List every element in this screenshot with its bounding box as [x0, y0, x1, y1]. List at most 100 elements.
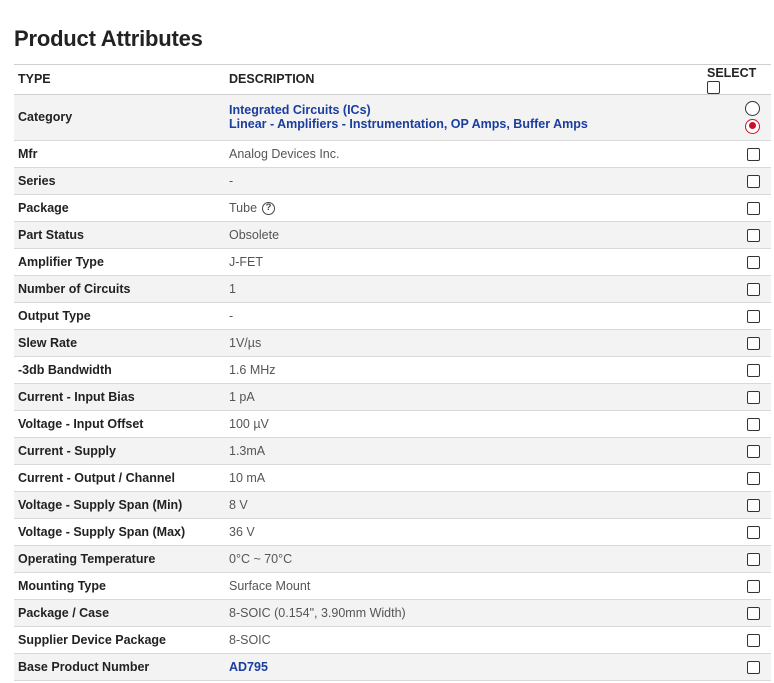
table-row: Package Tube?: [14, 194, 771, 222]
table-row: Amplifier Type J-FET: [14, 248, 771, 276]
attribute-type: Part Status: [18, 227, 84, 242]
attribute-type: Current - Input Bias: [18, 389, 135, 404]
category-link-linear-amplifiers[interactable]: Linear - Amplifiers - Instrumentation, O…: [229, 117, 703, 131]
table-row: Slew Rate 1V/µs: [14, 329, 771, 357]
attribute-value: -: [229, 173, 234, 188]
table-row: Current - Input Bias 1 pA: [14, 383, 771, 411]
table-row: Mfr Analog Devices Inc.: [14, 140, 771, 168]
row-select-checkbox[interactable]: [747, 553, 760, 566]
table-row: Package / Case 8-SOIC (0.154", 3.90mm Wid…: [14, 599, 771, 627]
attribute-type: Amplifier Type: [18, 254, 104, 269]
row-select-checkbox[interactable]: [747, 364, 760, 377]
table-row: -3db Bandwidth 1.6 MHz: [14, 356, 771, 384]
attributes-table: TYPE DESCRIPTION SELECT Category Integra…: [14, 64, 771, 681]
attribute-value: 1: [229, 281, 236, 296]
table-row: Number of Circuits 1: [14, 275, 771, 303]
select-label: SELECT: [707, 65, 757, 80]
attribute-type: Output Type: [18, 308, 91, 323]
table-row: Supplier Device Package 8-SOIC: [14, 626, 771, 654]
attribute-type: -3db Bandwidth: [18, 362, 112, 377]
row-select-checkbox[interactable]: [747, 418, 760, 431]
category-radio-level1[interactable]: [745, 100, 760, 116]
attribute-value: -: [229, 308, 234, 323]
table-row: Operating Temperature 0°C ~ 70°C: [14, 545, 771, 573]
attribute-type: Category: [18, 110, 73, 125]
section-title: Product Attributes: [14, 26, 203, 51]
attribute-type: Current - Supply: [18, 443, 116, 458]
attribute-value: 0°C ~ 70°C: [229, 551, 293, 566]
category-select-cell: [703, 94, 771, 140]
row-select-checkbox[interactable]: [747, 634, 760, 647]
category-link-ics[interactable]: Integrated Circuits (ICs): [229, 103, 703, 117]
attribute-value: 8 V: [229, 497, 248, 512]
row-select-checkbox[interactable]: [747, 229, 760, 242]
attribute-value: Tube: [229, 200, 258, 215]
row-select-checkbox[interactable]: [747, 337, 760, 350]
table-row: Output Type -: [14, 302, 771, 330]
attribute-type: Operating Temperature: [18, 551, 156, 566]
table-row-category: Category Integrated Circuits (ICs) Linea…: [14, 94, 771, 141]
attribute-value-cell: Tube?: [225, 194, 703, 221]
row-select-checkbox[interactable]: [747, 175, 760, 188]
type-column-header: TYPE: [14, 64, 225, 95]
row-select-checkbox[interactable]: [747, 580, 760, 593]
row-select-checkbox[interactable]: [747, 310, 760, 323]
attribute-value: 1.6 MHz: [229, 362, 276, 377]
select-all-checkbox[interactable]: [707, 80, 720, 94]
attribute-value-cell: AD795: [225, 653, 703, 680]
table-row: Mounting Type Surface Mount: [14, 572, 771, 600]
attribute-value: Surface Mount: [229, 578, 311, 593]
question-circle-icon[interactable]: ?: [262, 202, 276, 215]
description-column-header: DESCRIPTION: [225, 64, 703, 95]
attribute-type: Mfr: [18, 146, 38, 161]
table-row: Current - Supply 1.3mA: [14, 437, 771, 465]
attribute-value: Obsolete: [229, 227, 280, 242]
row-select-checkbox[interactable]: [747, 202, 760, 215]
row-select-checkbox[interactable]: [747, 661, 760, 674]
attribute-value: Analog Devices Inc.: [229, 146, 340, 161]
product-attributes-panel: Product Attributes TYPE DESCRIPTION SELE…: [0, 0, 774, 683]
table-row: Base Product Number AD795: [14, 653, 771, 681]
attribute-type: Voltage - Supply Span (Min): [18, 497, 183, 512]
attribute-type: Supplier Device Package: [18, 632, 166, 647]
table-row: Series -: [14, 167, 771, 195]
attribute-type: Package: [18, 200, 69, 215]
attribute-type: Series: [18, 173, 56, 188]
row-select-checkbox[interactable]: [747, 256, 760, 269]
table-row: Current - Output / Channel 10 mA: [14, 464, 771, 492]
attribute-value: 100 µV: [229, 416, 269, 431]
category-radio-level2-selected[interactable]: [745, 118, 760, 134]
attribute-type: Package / Case: [18, 605, 110, 620]
row-select-checkbox[interactable]: [747, 499, 760, 512]
row-select-checkbox[interactable]: [747, 391, 760, 404]
attribute-value: J-FET: [229, 254, 264, 269]
attribute-value: 8-SOIC: [229, 632, 271, 647]
row-select-checkbox[interactable]: [747, 472, 760, 485]
attribute-type: Voltage - Input Offset: [18, 416, 144, 431]
table-row: Voltage - Supply Span (Min) 8 V: [14, 491, 771, 519]
row-select-checkbox[interactable]: [747, 445, 760, 458]
attribute-value: 1.3mA: [229, 443, 266, 458]
attribute-type: Number of Circuits: [18, 281, 131, 296]
attribute-type: Voltage - Supply Span (Max): [18, 524, 186, 539]
attribute-value: 1V/µs: [229, 335, 262, 350]
attribute-type: Slew Rate: [18, 335, 78, 350]
category-links: Integrated Circuits (ICs) Linear - Ampli…: [225, 94, 703, 140]
attribute-value: 1 pA: [229, 389, 255, 404]
attribute-value: 36 V: [229, 524, 255, 539]
attribute-value: 10 mA: [229, 470, 266, 485]
row-select-checkbox[interactable]: [747, 283, 760, 296]
table-row: Part Status Obsolete: [14, 221, 771, 249]
table-row: Voltage - Supply Span (Max) 36 V: [14, 518, 771, 546]
row-select-checkbox[interactable]: [747, 526, 760, 539]
table-header-row: TYPE DESCRIPTION SELECT: [14, 64, 771, 95]
row-select-checkbox[interactable]: [747, 148, 760, 161]
select-column-header: SELECT: [703, 64, 771, 95]
attribute-type: Current - Output / Channel: [18, 470, 175, 485]
attribute-type: Mounting Type: [18, 578, 106, 593]
row-select-checkbox[interactable]: [747, 607, 760, 620]
attribute-value: 8-SOIC (0.154", 3.90mm Width): [229, 605, 406, 620]
table-row: Voltage - Input Offset 100 µV: [14, 410, 771, 438]
attribute-type: Base Product Number: [18, 659, 150, 674]
base-product-link[interactable]: AD795: [229, 660, 268, 674]
